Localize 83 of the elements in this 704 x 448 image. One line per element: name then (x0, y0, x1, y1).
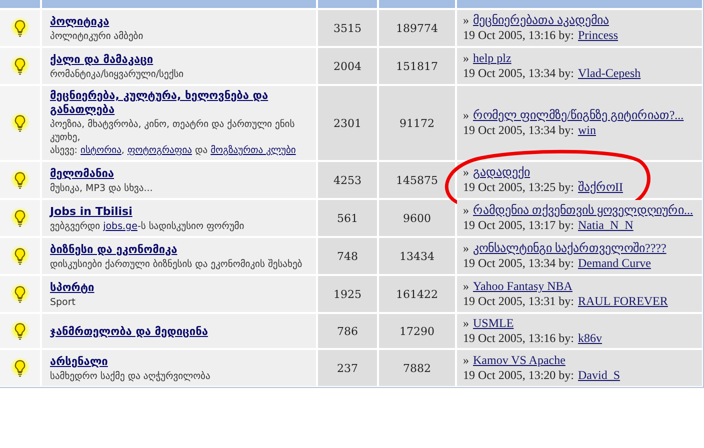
forum-description: ვებგვერდი jobs.ge-ს სადისკუსიო ფორუმი (50, 220, 246, 233)
author-link[interactable]: RAUL FOREVER (578, 294, 668, 309)
last-post-link[interactable]: კონსალტინგი საქართველოში???? (473, 241, 666, 256)
last-post-link[interactable]: გადადექი (473, 165, 530, 180)
author-link[interactable]: Demand Curve (578, 256, 651, 271)
forum-title[interactable]: მეცნიერება, კულტურა, ხელოვნება და განათლება (50, 89, 308, 117)
arrow-marker: » (463, 165, 469, 180)
post-count: 161422 (379, 276, 455, 312)
post-date: 19 Oct 2005, 13:34 by: (463, 256, 574, 271)
forum-link[interactable]: jobs.ge (103, 221, 138, 232)
last-post-link[interactable]: რომელ ფილმზე/წიგნზე გიტირიათ?... (473, 108, 684, 123)
forum-title[interactable]: მელომანია (50, 167, 114, 181)
arrow-marker: » (463, 13, 469, 28)
post-date: 19 Oct 2005, 13:25 by: (463, 180, 574, 195)
arrow-marker: » (463, 203, 469, 218)
forum-description: რომანტიკა/სიყვარული/სექსი (50, 68, 185, 81)
topic-count: 786 (318, 314, 377, 348)
lightbulb-icon (10, 320, 30, 342)
post-date: 19 Oct 2005, 13:20 by: (463, 368, 574, 383)
post-count: 17290 (379, 314, 455, 348)
topic-count: 237 (318, 350, 377, 386)
post-date: 19 Oct 2005, 13:34 by: (463, 66, 574, 81)
author-link[interactable]: win (578, 123, 596, 138)
post-count: 7882 (379, 350, 455, 386)
forum-description: ასევე: ისტორია, ფოტოგრაფია და მოგზაურთა კლუბი (50, 144, 297, 157)
forum-description: მუსიკა, MP3 და სხვა... (50, 182, 154, 195)
forum-title[interactable]: სპორტი (50, 281, 94, 295)
lightbulb-icon (10, 283, 30, 305)
post-date: 19 Oct 2005, 13:17 by: (463, 218, 574, 233)
post-count: 189774 (379, 10, 455, 46)
lightbulb-icon (10, 55, 30, 77)
forum-title[interactable]: არსენალი (50, 355, 108, 369)
last-post-link[interactable]: USMLE (473, 316, 514, 331)
arrow-marker: » (463, 316, 469, 331)
forum-description: Sport (50, 296, 77, 309)
topic-count: 2301 (318, 86, 377, 160)
topic-count: 561 (318, 200, 377, 236)
arrow-marker: » (463, 279, 469, 294)
topic-count: 748 (318, 238, 377, 274)
topic-count: 3515 (318, 10, 377, 46)
arrow-marker: » (463, 241, 469, 256)
author-link[interactable]: Princess (578, 28, 618, 43)
topic-count: 2004 (318, 48, 377, 84)
last-post-link[interactable]: რამდენია თქვენთვის ყოველდღიური... (473, 203, 693, 218)
lightbulb-icon (10, 245, 30, 267)
lightbulb-icon (10, 207, 30, 229)
forum-description: სამხედრო საქმე და აღჭურვილობა (50, 370, 212, 383)
post-count: 9600 (379, 200, 455, 236)
post-count: 91172 (379, 86, 455, 160)
post-date: 19 Oct 2005, 13:34 by: (463, 123, 574, 138)
forum-link[interactable]: მოგზაურთა კლუბი (210, 145, 296, 156)
forum-link[interactable]: ფოტოგრაფია (127, 145, 192, 156)
forum-title[interactable]: ბიზნესი და ეკონომიკა (50, 243, 178, 257)
post-date: 19 Oct 2005, 13:16 by: (463, 331, 574, 346)
arrow-marker: » (463, 51, 469, 66)
post-count: 151817 (379, 48, 455, 84)
forum-title[interactable]: Jobs in Tbilisi (50, 205, 132, 219)
lightbulb-icon (10, 357, 30, 379)
author-link[interactable]: k86v (578, 331, 602, 346)
last-post-link[interactable]: Kamov VS Apache (473, 353, 566, 368)
post-date: 19 Oct 2005, 13:16 by: (463, 28, 574, 43)
arrow-marker: » (463, 108, 469, 123)
lightbulb-icon (10, 112, 30, 134)
topic-count: 4253 (318, 162, 377, 198)
topic-count: 1925 (318, 276, 377, 312)
last-post-link[interactable]: help plz (473, 51, 512, 66)
author-link[interactable]: Natia_N_N (578, 218, 634, 233)
last-post-link[interactable]: Yahoo Fantasy NBA (473, 279, 572, 294)
author-link[interactable]: შაქროII (578, 180, 623, 195)
forum-description: დისკუსიები ქართული ბიზნესის და ეკონომიკის შესახებ (50, 258, 304, 271)
forum-link[interactable]: ისტორია (80, 145, 122, 156)
arrow-marker: » (463, 353, 469, 368)
post-count: 13434 (379, 238, 455, 274)
lightbulb-icon (10, 169, 30, 191)
author-link[interactable]: David_S (578, 368, 620, 383)
post-count: 145875 (379, 162, 455, 198)
author-link[interactable]: Vlad-Cepesh (578, 66, 641, 81)
post-date: 19 Oct 2005, 13:31 by: (463, 294, 574, 309)
forum-description: პოლიტიკური ამბები (50, 30, 144, 43)
last-post-link[interactable]: მეცნიერებათა აკადემია (473, 13, 609, 28)
forum-title[interactable]: ქალი და მამაკაცი (50, 53, 154, 67)
forum-title[interactable]: პოლიტიკა (50, 15, 110, 29)
lightbulb-icon (10, 17, 30, 39)
